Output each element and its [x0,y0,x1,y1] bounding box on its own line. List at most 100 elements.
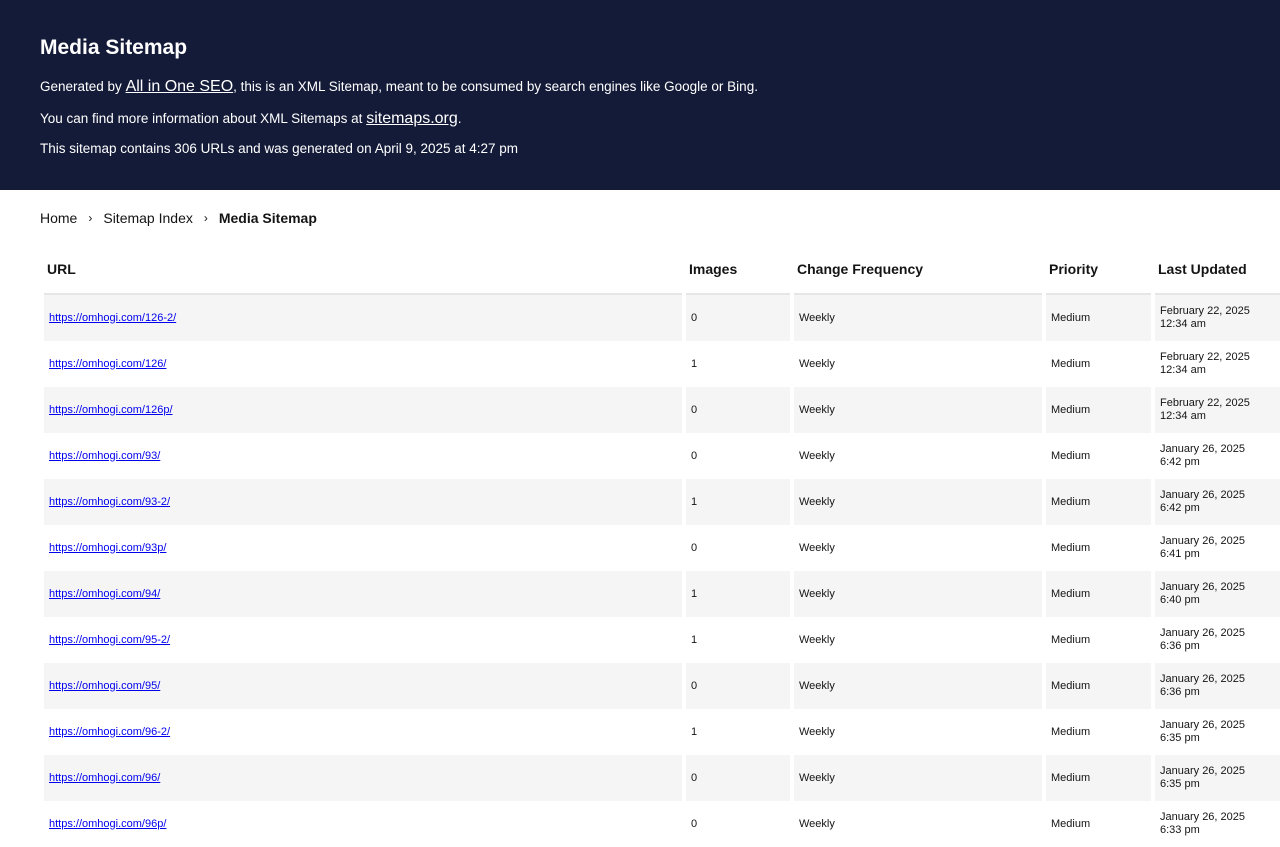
url-link[interactable]: https://omhogi.com/126p/ [49,404,173,416]
last-updated-time: 6:41 pm [1160,548,1200,560]
table-row: https://omhogi.com/126/1 Weekly Medium Febr… [44,341,1280,387]
url-cell: https://omhogi.com/93p/ [44,525,682,571]
table-row: https://omhogi.com/126-2/0 Weekly Medium Fe… [44,295,1280,341]
last-updated-date: January 26, 2025 [1160,719,1246,731]
last-updated-date: February 22, 2025 [1160,397,1250,409]
table-row: https://omhogi.com/93p/0 Weekly Medium Janu… [44,525,1280,571]
url-cell: https://omhogi.com/96p/ [44,801,682,847]
images-cell: 0 [686,801,790,847]
change-frequency-cell: Weekly [794,479,1042,525]
images-cell: 0 [686,433,790,479]
generator-prefix: Generated by [40,79,126,94]
url-link[interactable]: https://omhogi.com/93-2/ [49,496,170,508]
url-link[interactable]: https://omhogi.com/96p/ [49,818,166,830]
column-header-last-updated[interactable]: Last Updated [1155,245,1280,295]
column-header-images[interactable]: Images [686,245,790,295]
page-title: Media Sitemap [40,36,188,59]
breadcrumb-sitemap-index[interactable]: Sitemap Index [103,209,193,227]
change-frequency-cell: Weekly [794,663,1042,709]
last-updated-time: 6:35 pm [1160,778,1200,790]
last-updated-cell: January 26, 2025 6:35 pm [1155,709,1280,755]
last-updated-cell: January 26, 2025 6:36 pm [1155,617,1280,663]
url-cell: https://omhogi.com/95-2/ [44,617,682,663]
table-row: https://omhogi.com/126p/0 Weekly Medium Feb… [44,387,1280,433]
last-updated-cell: January 26, 2025 6:35 pm [1155,755,1280,801]
table-row: https://omhogi.com/95-2/1 Weekly Medium Jan… [44,617,1280,663]
images-cell: 1 [686,341,790,387]
column-header-url[interactable]: URL [44,245,682,295]
url-cell: https://omhogi.com/96/ [44,755,682,801]
images-cell: 0 [686,295,790,341]
chevron-right-icon: › [88,211,93,225]
images-cell: 1 [686,479,790,525]
table-row: https://omhogi.com/94/1 Weekly Medium Janua… [44,571,1280,617]
url-link[interactable]: https://omhogi.com/93p/ [49,542,166,554]
last-updated-date: January 26, 2025 [1160,535,1246,547]
last-updated-cell: January 26, 2025 6:33 pm [1155,801,1280,847]
url-link[interactable]: https://omhogi.com/96/ [49,772,160,784]
url-cell: https://omhogi.com/126-2/ [44,295,682,341]
last-updated-time: 12:34 am [1160,364,1206,376]
table-row: https://omhogi.com/96-2/1 Weekly Medium Jan… [44,709,1280,755]
url-link[interactable]: https://omhogi.com/93/ [49,450,160,462]
last-updated-time: 12:34 am [1160,410,1206,422]
last-updated-time: 6:40 pm [1160,594,1200,606]
last-updated-time: 6:42 pm [1160,502,1200,514]
priority-cell: Medium [1046,433,1151,479]
images-cell: 0 [686,387,790,433]
url-link[interactable]: https://omhogi.com/126-2/ [49,312,176,324]
change-frequency-cell: Weekly [794,341,1042,387]
change-frequency-cell: Weekly [794,617,1042,663]
priority-cell: Medium [1046,617,1151,663]
images-cell: 0 [686,663,790,709]
priority-cell: Medium [1046,755,1151,801]
last-updated-date: February 22, 2025 [1160,305,1250,317]
generator-info: Generated by All in One SEO, this is an … [40,78,1240,96]
change-frequency-cell: Weekly [794,755,1042,801]
url-link[interactable]: https://omhogi.com/95/ [49,680,160,692]
generator-suffix: , this is an XML Sitemap, meant to be co… [233,79,758,94]
url-link[interactable]: https://omhogi.com/95-2/ [49,634,170,646]
images-cell: 0 [686,525,790,571]
url-link[interactable]: https://omhogi.com/94/ [49,588,160,600]
images-cell: 0 [686,755,790,801]
priority-cell: Medium [1046,663,1151,709]
breadcrumb-home[interactable]: Home [40,209,77,227]
url-link[interactable]: https://omhogi.com/126/ [49,358,166,370]
url-cell: https://omhogi.com/126p/ [44,387,682,433]
sitemap-table: URL Images Change Frequency Priority Las… [40,245,1280,847]
table-row: https://omhogi.com/93/0 Weekly Medium Janua… [44,433,1280,479]
last-updated-date: January 26, 2025 [1160,443,1246,455]
table-row: https://omhogi.com/93-2/1 Weekly Medium Jan… [44,479,1280,525]
last-updated-cell: February 22, 2025 12:34 am [1155,387,1280,433]
last-updated-date: January 26, 2025 [1160,811,1246,823]
last-updated-cell: January 26, 2025 6:41 pm [1155,525,1280,571]
last-updated-time: 6:42 pm [1160,456,1200,468]
page-header: Media Sitemap Generated by All in One SE… [0,0,1280,190]
change-frequency-cell: Weekly [794,709,1042,755]
sitemaps-prefix: You can find more information about XML … [40,111,367,126]
table-header-row: URL Images Change Frequency Priority Las… [44,245,1280,295]
change-frequency-cell: Weekly [794,571,1042,617]
change-frequency-cell: Weekly [794,801,1042,847]
last-updated-cell: January 26, 2025 6:42 pm [1155,479,1280,525]
images-cell: 1 [686,709,790,755]
priority-cell: Medium [1046,341,1151,387]
sitemaps-suffix: . [457,111,462,126]
priority-cell: Medium [1046,709,1151,755]
column-header-change-frequency[interactable]: Change Frequency [794,245,1042,295]
sitemaps-info: You can find more information about XML … [40,110,1240,128]
table-row: https://omhogi.com/96p/0 Weekly Medium Janu… [44,801,1280,847]
sitemap-summary: This sitemap contains 306 URLs and was g… [40,141,519,156]
last-updated-date: January 26, 2025 [1160,627,1246,639]
last-updated-date: January 26, 2025 [1160,765,1246,777]
priority-cell: Medium [1046,525,1151,571]
sitemaps-org-link[interactable]: sitemaps.org [366,110,458,127]
url-link[interactable]: https://omhogi.com/96-2/ [49,726,170,738]
aioseo-link[interactable]: All in One SEO [126,78,234,95]
url-cell: https://omhogi.com/93/ [44,433,682,479]
chevron-right-icon: › [203,211,208,225]
priority-cell: Medium [1046,571,1151,617]
images-cell: 1 [686,617,790,663]
column-header-priority[interactable]: Priority [1046,245,1151,295]
